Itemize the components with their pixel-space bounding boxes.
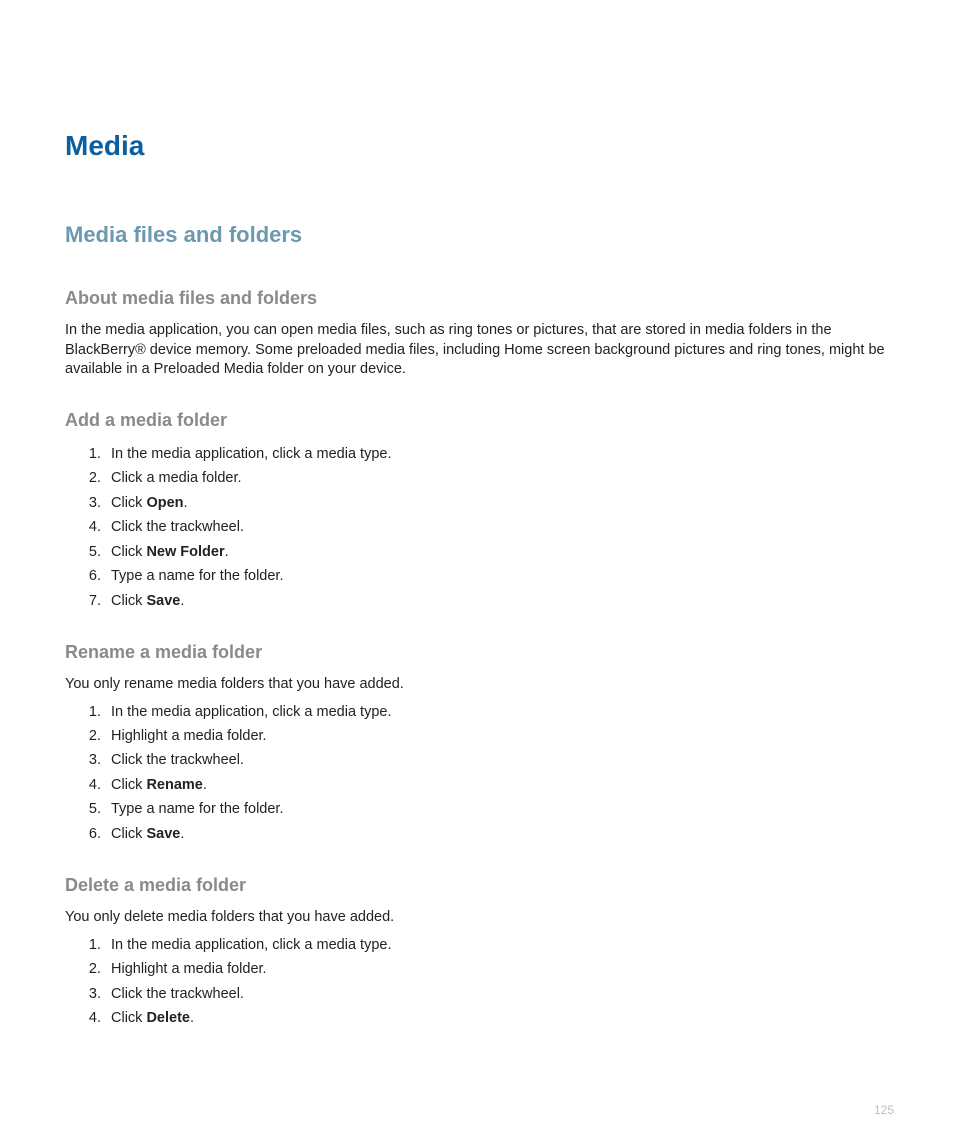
about-paragraph: In the media application, you can open m… — [65, 321, 889, 380]
step-bold-text: Open — [146, 495, 183, 511]
step-item: Type a name for the folder. — [105, 798, 889, 820]
step-text: Type a name for the folder. — [111, 568, 284, 584]
delete-intro: You only delete media folders that you h… — [65, 908, 889, 928]
step-text: Click the trackwheel. — [111, 986, 244, 1002]
subsection-delete-heading: Delete a media folder — [65, 875, 889, 896]
step-text: . — [184, 495, 188, 511]
step-text: Click the trackwheel. — [111, 752, 244, 768]
step-text: Click — [111, 495, 146, 511]
step-text: . — [180, 593, 184, 609]
step-item: Click Rename. — [105, 774, 889, 796]
step-text: Click — [111, 544, 146, 560]
section-heading: Media files and folders — [65, 222, 889, 248]
step-text: . — [203, 777, 207, 793]
step-text: Click — [111, 777, 146, 793]
step-text: . — [225, 544, 229, 560]
step-bold-text: Delete — [146, 1010, 190, 1026]
document-page: Media Media files and folders About medi… — [0, 0, 954, 1145]
step-text: . — [190, 1010, 194, 1026]
step-text: Type a name for the folder. — [111, 801, 284, 817]
step-text: . — [180, 826, 184, 842]
step-text: Highlight a media folder. — [111, 961, 267, 977]
step-item: Click the trackwheel. — [105, 983, 889, 1005]
page-title: Media — [65, 130, 889, 162]
rename-intro: You only rename media folders that you h… — [65, 675, 889, 695]
step-item: In the media application, click a media … — [105, 701, 889, 723]
step-text: Click — [111, 593, 146, 609]
step-text: Click — [111, 826, 146, 842]
subsection-rename-heading: Rename a media folder — [65, 642, 889, 663]
step-item: Click Save. — [105, 823, 889, 845]
step-item: Click Open. — [105, 492, 889, 514]
subsection-about-heading: About media files and folders — [65, 288, 889, 309]
step-text: In the media application, click a media … — [111, 446, 391, 462]
step-item: Click the trackwheel. — [105, 516, 889, 538]
step-item: In the media application, click a media … — [105, 934, 889, 956]
step-text: Highlight a media folder. — [111, 728, 267, 744]
step-item: Click the trackwheel. — [105, 749, 889, 771]
step-text: In the media application, click a media … — [111, 704, 391, 720]
step-item: Highlight a media folder. — [105, 958, 889, 980]
rename-steps-list: In the media application, click a media … — [65, 701, 889, 846]
delete-steps-list: In the media application, click a media … — [65, 934, 889, 1030]
step-item: In the media application, click a media … — [105, 443, 889, 465]
step-text: Click — [111, 1010, 146, 1026]
step-item: Highlight a media folder. — [105, 725, 889, 747]
step-text: Click the trackwheel. — [111, 519, 244, 535]
step-bold-text: Save — [146, 593, 180, 609]
add-steps-list: In the media application, click a media … — [65, 443, 889, 612]
step-item: Click a media folder. — [105, 467, 889, 489]
step-item: Click Delete. — [105, 1007, 889, 1029]
step-item: Click New Folder. — [105, 541, 889, 563]
page-number: 125 — [874, 1103, 894, 1117]
step-item: Click Save. — [105, 590, 889, 612]
step-bold-text: Save — [146, 826, 180, 842]
step-text: In the media application, click a media … — [111, 937, 391, 953]
step-bold-text: Rename — [146, 777, 202, 793]
step-item: Type a name for the folder. — [105, 565, 889, 587]
subsection-add-heading: Add a media folder — [65, 410, 889, 431]
step-text: Click a media folder. — [111, 470, 242, 486]
step-bold-text: New Folder — [146, 544, 224, 560]
